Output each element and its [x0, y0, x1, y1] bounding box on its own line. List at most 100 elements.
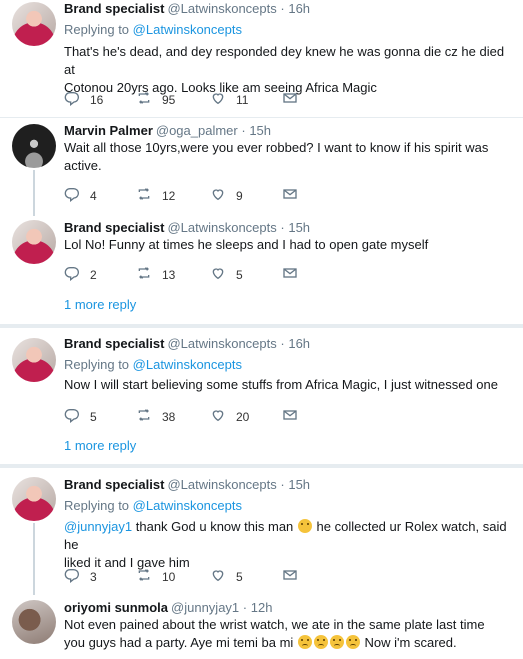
author-handle[interactable]: @Latwinskoncepts	[167, 1, 276, 16]
like-count: 5	[236, 569, 243, 584]
frowning-face-emoji	[345, 635, 360, 649]
separator-dot: ·	[280, 1, 285, 16]
author-name[interactable]: Marvin Palmer	[64, 123, 153, 138]
replying-to: Replying to @Latwinskoncepts	[64, 498, 242, 513]
text-line: you guys had a party. Aye mi temi ba mi …	[64, 634, 512, 652]
timestamp[interactable]: 15h	[288, 477, 310, 492]
avatar[interactable]	[12, 477, 56, 521]
separator-dot: ·	[280, 477, 285, 492]
timestamp[interactable]: 16h	[288, 1, 310, 16]
separator-dot: ·	[242, 600, 248, 615]
author-name[interactable]: Brand specialist	[64, 477, 164, 492]
text-line: active.	[64, 158, 102, 173]
tweet-text: Wait all those 10yrs,were you ever robbe…	[64, 139, 512, 175]
text-segment: thank God u know this man	[135, 519, 294, 534]
like-button[interactable]: 5	[210, 265, 243, 284]
avatar[interactable]	[12, 2, 56, 46]
reply-count: 5	[90, 409, 97, 424]
replying-to-handle[interactable]: @Latwinskoncepts	[133, 22, 242, 37]
avatar[interactable]	[12, 220, 56, 264]
author-name[interactable]: oriyomi sunmola	[64, 600, 168, 615]
tweet[interactable]: oriyomi sunmola @junnyjay1 · 12h Not even…	[0, 594, 523, 659]
avatar[interactable]	[12, 600, 56, 644]
retweet-count: 12	[162, 188, 176, 203]
text-line: Wait all those 10yrs,were you ever robbe…	[64, 140, 489, 155]
tweet-header: Brand specialist @Latwinskoncepts · 15h	[64, 220, 310, 235]
tweet[interactable]: Brand specialist @Latwinskoncepts · 16h R…	[0, 328, 523, 462]
tweet[interactable]: Brand specialist @Latwinskoncepts · 16h R…	[0, 0, 523, 118]
tweet-actions: 16 95 11	[64, 90, 304, 110]
timestamp[interactable]: 15h	[288, 220, 310, 235]
retweet-button[interactable]: 10	[136, 567, 175, 586]
retweet-icon	[136, 407, 152, 426]
timestamp[interactable]: 15h	[249, 123, 271, 138]
tweet[interactable]: Brand specialist @Latwinskoncepts · 15h R…	[0, 468, 523, 595]
like-button[interactable]: 5	[210, 567, 243, 586]
author-name[interactable]: Brand specialist	[64, 336, 164, 351]
reply-icon	[64, 407, 80, 426]
dm-button[interactable]	[282, 567, 298, 586]
dm-button[interactable]	[282, 265, 298, 284]
reply-button[interactable]: 3	[64, 567, 97, 586]
dm-button[interactable]	[282, 186, 298, 205]
avatar[interactable]	[12, 124, 56, 168]
more-replies-link[interactable]: 1 more reply	[64, 438, 136, 453]
author-handle[interactable]: @Latwinskoncepts	[167, 477, 276, 492]
like-button[interactable]: 9	[210, 186, 243, 205]
replying-to-handle[interactable]: @Latwinskoncepts	[133, 357, 242, 372]
avatar[interactable]	[12, 338, 56, 382]
replying-to: Replying to @Latwinskoncepts	[64, 357, 242, 372]
retweet-icon	[136, 90, 152, 109]
reply-button[interactable]: 2	[64, 265, 97, 284]
author-handle[interactable]: @oga_palmer	[156, 123, 238, 138]
tweet-text: That's he's dead, and dey responded dey …	[64, 43, 512, 97]
reply-button[interactable]: 16	[64, 90, 103, 109]
reply-button[interactable]: 4	[64, 186, 97, 205]
author-name[interactable]: Brand specialist	[64, 1, 164, 16]
tweet-text: @junnyjay1 thank God u know this man he …	[64, 518, 512, 572]
replying-to-handle[interactable]: @Latwinskoncepts	[133, 498, 242, 513]
text-segment: Now i'm scared.	[364, 635, 457, 650]
reply-count: 4	[90, 188, 97, 203]
reply-count: 16	[90, 92, 104, 107]
author-handle[interactable]: @junnyjay1	[171, 600, 239, 615]
retweet-button[interactable]: 13	[136, 265, 175, 284]
envelope-icon	[282, 186, 298, 205]
separator-dot: ·	[241, 123, 246, 138]
retweet-button[interactable]: 38	[136, 407, 175, 426]
heart-icon	[210, 567, 226, 586]
tweet-actions: 4 12 9	[64, 186, 304, 206]
dm-button[interactable]	[282, 407, 298, 426]
like-button[interactable]: 20	[210, 407, 249, 426]
author-handle[interactable]: @Latwinskoncepts	[167, 220, 276, 235]
thread-connector	[33, 523, 35, 595]
reply-button[interactable]: 5	[64, 407, 97, 426]
mention-link[interactable]: @junnyjay1	[64, 519, 132, 534]
tweet-header: Brand specialist @Latwinskoncepts · 16h	[64, 336, 310, 351]
retweet-count: 38	[162, 409, 176, 424]
retweet-icon	[136, 265, 152, 284]
retweet-button[interactable]: 95	[136, 90, 175, 109]
timestamp[interactable]: 16h	[288, 336, 310, 351]
envelope-icon	[282, 265, 298, 284]
dm-button[interactable]	[282, 90, 298, 109]
retweet-button[interactable]: 12	[136, 186, 175, 205]
more-replies-link[interactable]: 1 more reply	[64, 297, 136, 312]
like-button[interactable]: 11	[210, 90, 248, 109]
tweet-text: Lol No! Funny at times he sleeps and I h…	[64, 236, 512, 254]
frowning-face-emoji	[329, 635, 344, 649]
retweet-icon	[136, 567, 152, 586]
retweet-count: 10	[162, 569, 176, 584]
tweet[interactable]: Marvin Palmer @oga_palmer · 15h Wait all …	[0, 118, 523, 216]
author-name[interactable]: Brand specialist	[64, 220, 164, 235]
envelope-icon	[282, 90, 298, 109]
author-handle[interactable]: @Latwinskoncepts	[167, 336, 276, 351]
heart-icon	[210, 265, 226, 284]
thinking-face-emoji	[297, 519, 312, 533]
tweet[interactable]: Brand specialist @Latwinskoncepts · 15h L…	[0, 214, 523, 324]
like-count: 20	[236, 409, 250, 424]
timestamp[interactable]: 12h	[251, 600, 273, 615]
retweet-count: 13	[162, 267, 176, 282]
tweet-actions: 3 10 5	[64, 567, 304, 587]
reply-icon	[64, 186, 80, 205]
